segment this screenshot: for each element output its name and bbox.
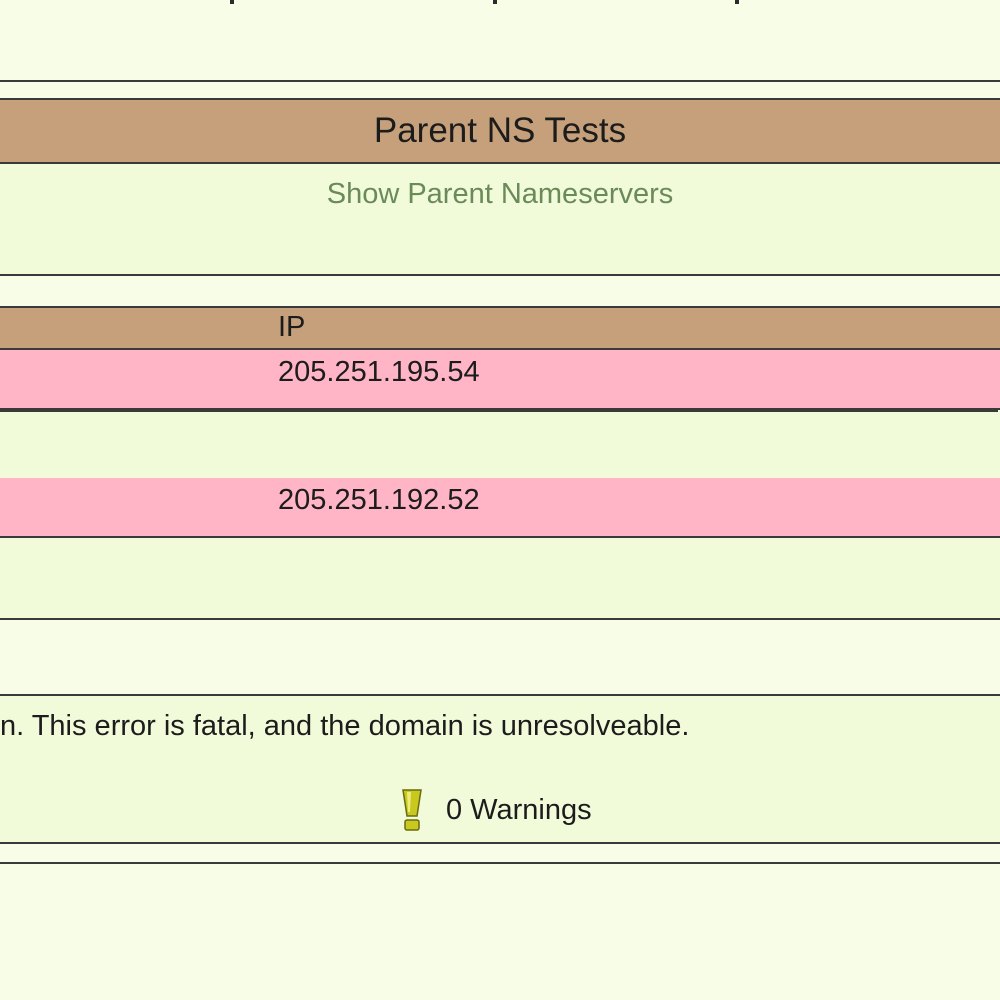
test-result-box: n. This error is fatal, and the domain i… [0, 694, 1000, 844]
table-row: 205.251.195.54 [0, 350, 1000, 410]
fatal-error-message: n. This error is fatal, and the domain i… [0, 710, 690, 742]
clipped-fragment [230, 0, 234, 4]
show-parent-nameservers-link[interactable]: Show Parent Nameservers [0, 178, 1000, 211]
warnings-summary: 0 Warnings [398, 788, 592, 832]
ip-header-label: IP [278, 311, 306, 343]
parent-ns-tests-table: Parent NS Tests Show Parent Nameservers [0, 98, 1000, 276]
section-divider [0, 618, 1000, 620]
page: Parent NS Tests Show Parent Nameservers … [0, 0, 1000, 1000]
bottom-divider [0, 862, 1000, 864]
top-strip [0, 0, 1000, 82]
ip-cell: 205.251.192.52 [278, 484, 480, 516]
warnings-count-label: 0 Warnings [446, 793, 592, 826]
ip-column-header: IP [0, 308, 1000, 350]
parent-ns-tests-header: Parent NS Tests [0, 100, 1000, 164]
nameserver-ip-table: IP 205.251.195.54 205.251.192.52 [0, 306, 1000, 620]
parent-ns-tests-title: Parent NS Tests [373, 111, 627, 150]
clipped-fragment [493, 0, 497, 4]
clipped-fragment [735, 0, 739, 4]
ip-cell: 205.251.195.54 [278, 356, 480, 388]
table-row: 205.251.192.52 [0, 478, 1000, 538]
row-divider [0, 410, 998, 412]
exclamation-warning-icon [402, 789, 422, 831]
